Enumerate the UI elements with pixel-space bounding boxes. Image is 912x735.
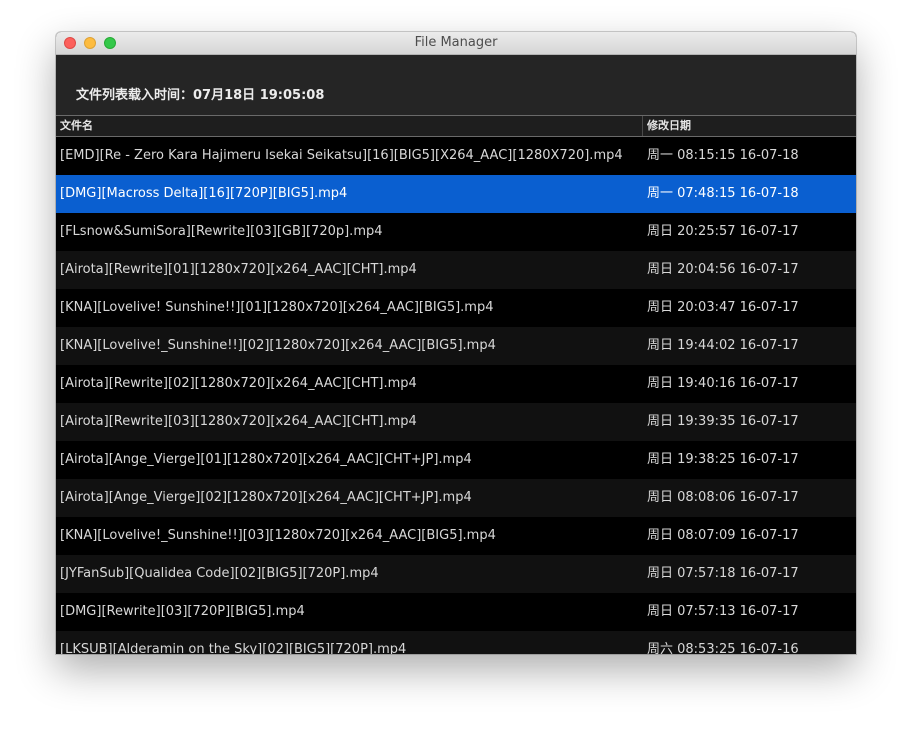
table-row[interactable]: [KNA][Lovelive!_Sunshine!!][02][1280x720… — [56, 327, 856, 365]
file-name-cell: [EMD][Re - Zero Kara Hajimeru Isekai Sei… — [60, 148, 623, 163]
file-name-cell: [Airota][Rewrite][01][1280x720][x264_AAC… — [60, 262, 417, 277]
file-name-cell: [JYFanSub][Qualidea Code][02][BIG5][720P… — [60, 566, 379, 581]
file-name-cell: [DMG][Macross Delta][16][720P][BIG5].mp4 — [60, 186, 348, 201]
table-row[interactable]: [FLsnow&SumiSora][Rewrite][03][GB][720p]… — [56, 213, 856, 251]
table-row[interactable]: [EMD][Re - Zero Kara Hajimeru Isekai Sei… — [56, 137, 856, 175]
table-row[interactable]: [DMG][Macross Delta][16][720P][BIG5].mp4… — [56, 175, 856, 213]
file-manager-window: File Manager 文件列表载入时间：07月18日 19:05:08 文件… — [56, 32, 856, 654]
modified-date-cell: 周日 19:39:35 16-07-17 — [647, 414, 799, 429]
load-time-label: 文件列表载入时间：07月18日 19:05:08 — [76, 88, 325, 103]
table-header: 文件名 修改日期 — [56, 115, 856, 137]
table-row[interactable]: [KNA][Lovelive! Sunshine!!][01][1280x720… — [56, 289, 856, 327]
file-table: 文件名 修改日期 [EMD][Re - Zero Kara Hajimeru I… — [56, 115, 856, 654]
table-row[interactable]: [Airota][Rewrite][02][1280x720][x264_AAC… — [56, 365, 856, 403]
title-bar[interactable]: File Manager — [56, 32, 856, 55]
modified-date-cell: 周日 08:08:06 16-07-17 — [647, 490, 799, 505]
modified-date-cell: 周日 20:03:47 16-07-17 — [647, 300, 799, 315]
modified-date-cell: 周日 19:44:02 16-07-17 — [647, 338, 799, 353]
file-name-cell: [KNA][Lovelive!_Sunshine!!][02][1280x720… — [60, 338, 496, 353]
modified-date-cell: 周日 19:40:16 16-07-17 — [647, 376, 799, 391]
table-row[interactable]: [Airota][Rewrite][03][1280x720][x264_AAC… — [56, 403, 856, 441]
table-row[interactable]: [Airota][Ange_Vierge][02][1280x720][x264… — [56, 479, 856, 517]
file-name-cell: [KNA][Lovelive! Sunshine!!][01][1280x720… — [60, 300, 494, 315]
modified-date-cell: 周日 07:57:13 16-07-17 — [647, 604, 799, 619]
file-name-cell: [LKSUB][Alderamin on the Sky][02][BIG5][… — [60, 642, 407, 654]
table-row[interactable]: [JYFanSub][Qualidea Code][02][BIG5][720P… — [56, 555, 856, 593]
file-name-cell: [Airota][Ange_Vierge][01][1280x720][x264… — [60, 452, 472, 467]
file-name-cell: [DMG][Rewrite][03][720P][BIG5].mp4 — [60, 604, 305, 619]
modified-date-cell: 周日 20:04:56 16-07-17 — [647, 262, 799, 277]
modified-date-cell: 周一 07:48:15 16-07-18 — [647, 186, 799, 201]
column-header-modified-date[interactable]: 修改日期 — [643, 116, 856, 136]
file-name-cell: [KNA][Lovelive!_Sunshine!!][03][1280x720… — [60, 528, 496, 543]
file-name-cell: [Airota][Rewrite][03][1280x720][x264_AAC… — [60, 414, 417, 429]
modified-date-cell: 周日 19:38:25 16-07-17 — [647, 452, 799, 467]
table-body: [EMD][Re - Zero Kara Hajimeru Isekai Sei… — [56, 137, 856, 654]
modified-date-cell: 周日 08:07:09 16-07-17 — [647, 528, 799, 543]
modified-date-cell: 周日 20:25:57 16-07-17 — [647, 224, 799, 239]
file-name-cell: [FLsnow&SumiSora][Rewrite][03][GB][720p]… — [60, 224, 383, 239]
table-row[interactable]: [Airota][Rewrite][01][1280x720][x264_AAC… — [56, 251, 856, 289]
table-row[interactable]: [KNA][Lovelive!_Sunshine!!][03][1280x720… — [56, 517, 856, 555]
file-name-cell: [Airota][Ange_Vierge][02][1280x720][x264… — [60, 490, 472, 505]
table-row[interactable]: [LKSUB][Alderamin on the Sky][02][BIG5][… — [56, 631, 856, 654]
modified-date-cell: 周日 07:57:18 16-07-17 — [647, 566, 799, 581]
modified-date-cell: 周六 08:53:25 16-07-16 — [647, 642, 799, 654]
table-row[interactable]: [DMG][Rewrite][03][720P][BIG5].mp4 周日 07:… — [56, 593, 856, 631]
table-row[interactable]: [Airota][Ange_Vierge][01][1280x720][x264… — [56, 441, 856, 479]
modified-date-cell: 周一 08:15:15 16-07-18 — [647, 148, 799, 163]
column-header-filename[interactable]: 文件名 — [56, 116, 643, 136]
file-name-cell: [Airota][Rewrite][02][1280x720][x264_AAC… — [60, 376, 417, 391]
info-bar: 文件列表载入时间：07月18日 19:05:08 — [56, 55, 856, 115]
window-title: File Manager — [414, 35, 498, 50]
